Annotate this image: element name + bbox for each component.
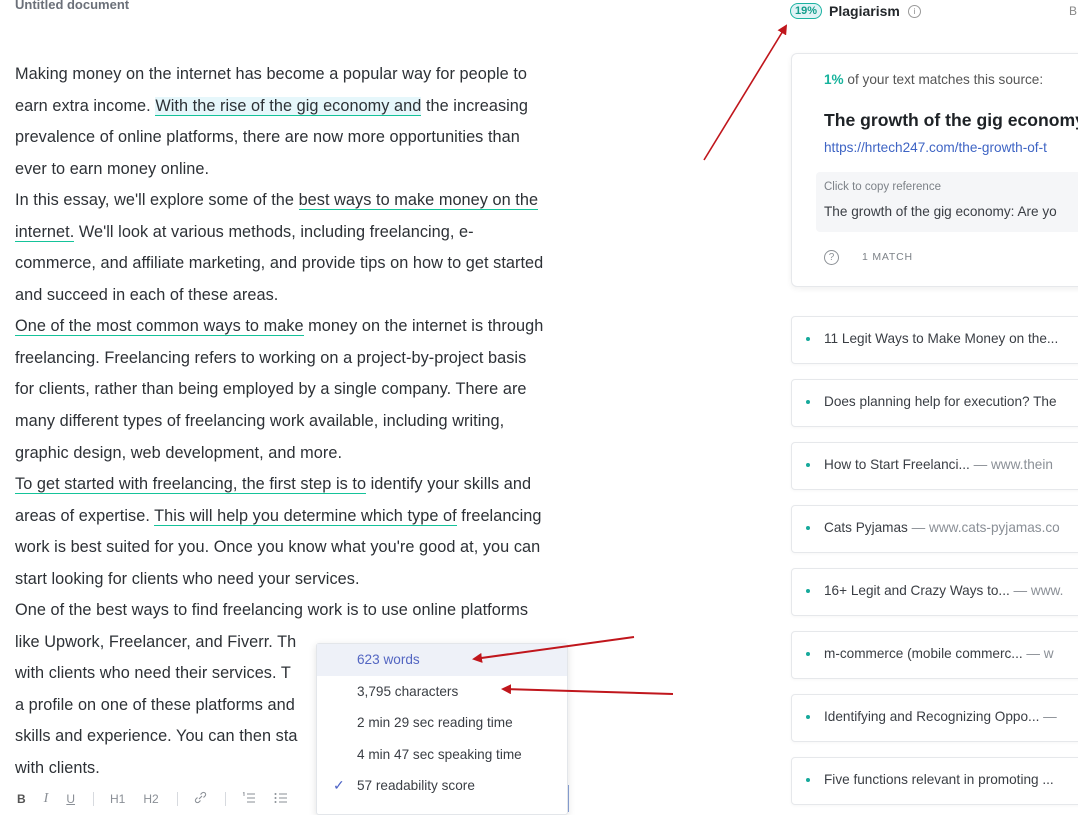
arrow-to-word-count [472,636,635,663]
arrow-to-character-count [501,684,674,695]
annotation-arrows [472,24,788,695]
arrow-to-plagiarism-badge [703,24,788,161]
